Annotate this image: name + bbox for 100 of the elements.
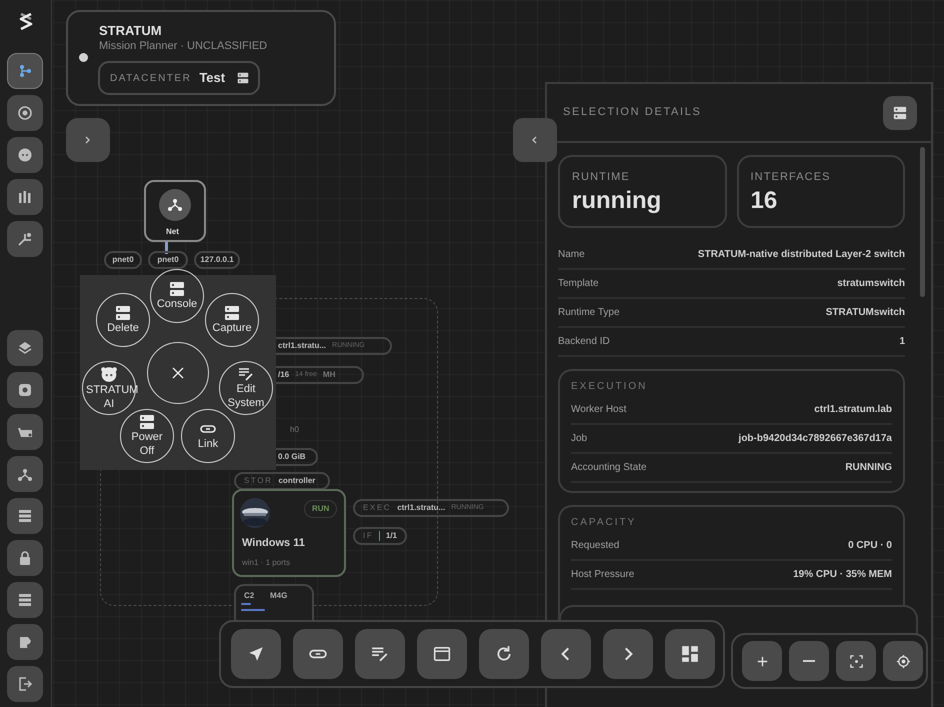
sidebar-button[interactable] xyxy=(7,330,43,366)
sidebar-button[interactable] xyxy=(7,95,43,131)
status-badge: RUN xyxy=(304,500,338,518)
toolbar-button[interactable] xyxy=(479,629,529,679)
cpu-label: C2 xyxy=(244,590,254,602)
network-icon xyxy=(167,197,183,213)
navigate-icon xyxy=(247,645,265,663)
chip-value: pnet0 xyxy=(157,254,179,266)
edit-icon xyxy=(238,366,254,382)
fit-view-icon xyxy=(848,654,864,668)
locate-icon xyxy=(896,654,910,668)
topology-icon xyxy=(17,63,33,79)
robot-icon xyxy=(17,147,33,163)
sidebar-button[interactable] xyxy=(7,53,43,89)
toolbar-button[interactable] xyxy=(665,629,715,679)
vm-title: Windows 11 xyxy=(242,536,305,551)
panel-menu-button[interactable] xyxy=(883,96,917,130)
field-value: 19% CPU · 35% MEM xyxy=(793,568,892,582)
field-label: Requested xyxy=(571,539,620,553)
chip-icon xyxy=(17,382,33,398)
logout-icon xyxy=(17,676,33,692)
datacenter-value: Test xyxy=(199,69,226,88)
close-button[interactable] xyxy=(147,342,209,404)
chip-value: ctrl1.stratu... xyxy=(278,340,326,352)
section-title: EXECUTION xyxy=(571,380,648,394)
sidebar-button[interactable] xyxy=(7,414,43,450)
node-label: Net xyxy=(166,226,179,238)
field-label: Host Pressure xyxy=(571,568,634,582)
field-label: Name xyxy=(558,248,585,262)
toolbar-button[interactable] xyxy=(417,629,467,679)
menu-option[interactable]: Delete xyxy=(96,293,150,347)
stat-label: RUNTIME xyxy=(572,170,631,185)
zoom-button[interactable] xyxy=(883,641,923,681)
toolbar-button[interactable] xyxy=(293,629,343,679)
list-icon xyxy=(17,508,33,524)
field-value: 0 CPU · 0 xyxy=(848,539,892,553)
toolbar-button[interactable] xyxy=(231,629,281,679)
sidebar-button[interactable] xyxy=(7,624,43,660)
server-icon xyxy=(224,305,240,321)
toolbar-button[interactable] xyxy=(355,629,405,679)
field-value: STRATUM-native distributed Layer-2 switch xyxy=(698,248,905,262)
sidebar-button[interactable] xyxy=(7,540,43,576)
menu-option[interactable]: Capture xyxy=(205,293,259,347)
field-value: RUNNING xyxy=(845,461,892,475)
chip-value: 127.0.0.1 xyxy=(200,254,234,266)
app-subtitle: Mission Planner · UNCLASSIFIED xyxy=(99,39,268,54)
menu-option[interactable]: Console xyxy=(150,269,204,323)
field-label: Accounting State xyxy=(571,461,647,475)
sidebar-button[interactable] xyxy=(7,582,43,618)
vm-card[interactable] xyxy=(232,489,346,577)
chip-tag: MH xyxy=(322,369,336,381)
refresh-icon xyxy=(495,645,513,663)
chip-label: EXEC xyxy=(363,502,392,514)
sidebar-button[interactable] xyxy=(7,372,43,408)
network-icon xyxy=(17,466,33,482)
zoom-button[interactable] xyxy=(836,641,876,681)
sidebar-button[interactable] xyxy=(7,137,43,173)
dashboard-icon xyxy=(681,645,699,663)
menu-option[interactable]: Power Off xyxy=(120,409,174,463)
chip-value: 1/1 xyxy=(386,530,397,542)
chip-value: controller xyxy=(278,475,316,487)
field-value: ctrl1.stratum.lab xyxy=(814,403,892,417)
server-icon xyxy=(139,414,155,430)
menu-option[interactable]: Edit System xyxy=(219,361,273,415)
sidebar-button[interactable] xyxy=(7,498,43,534)
field-value: stratumswitch xyxy=(837,277,905,291)
list-icon xyxy=(17,592,33,608)
layers-icon xyxy=(17,340,33,356)
field-label: Worker Host xyxy=(571,403,626,417)
bars-icon xyxy=(17,189,33,205)
window-icon xyxy=(433,645,451,663)
chip-label: STOR xyxy=(244,475,272,487)
sidebar-button[interactable] xyxy=(7,221,43,257)
stat-value: running xyxy=(572,186,662,216)
field-value: 1 xyxy=(899,335,905,349)
chip-label: IF xyxy=(363,530,374,542)
stat-label: INTERFACES xyxy=(750,170,832,185)
sidebar-button[interactable] xyxy=(7,666,43,702)
stat-value: 16 xyxy=(750,186,778,216)
server-icon xyxy=(893,106,907,120)
robot-icon xyxy=(100,365,118,383)
field-value: STRATUMswitch xyxy=(826,306,905,320)
panel-title: SELECTION DETAILS xyxy=(563,105,702,120)
target-icon xyxy=(17,105,33,121)
sidebar-button[interactable] xyxy=(7,179,43,215)
sidebar-button[interactable] xyxy=(7,456,43,492)
memory-label: M4G xyxy=(270,590,288,602)
field-label: Backend ID xyxy=(558,335,610,349)
edit-icon xyxy=(371,645,389,663)
chip-value: pnet0 xyxy=(112,254,134,266)
datacenter-selector[interactable]: DATACENTER Test xyxy=(98,61,260,95)
chip-status: h0 xyxy=(290,424,299,436)
datacenter-label: DATACENTER xyxy=(110,72,192,86)
close-icon xyxy=(172,367,184,379)
field-value: job-b9420d34c7892667e367d17a xyxy=(738,432,892,446)
field-label: Job xyxy=(571,432,588,446)
vm-subtitle: win1 · 1 ports xyxy=(242,557,290,569)
lock-icon xyxy=(17,550,33,566)
menu-option[interactable]: Link xyxy=(181,409,235,463)
field-label: Template xyxy=(558,277,599,291)
